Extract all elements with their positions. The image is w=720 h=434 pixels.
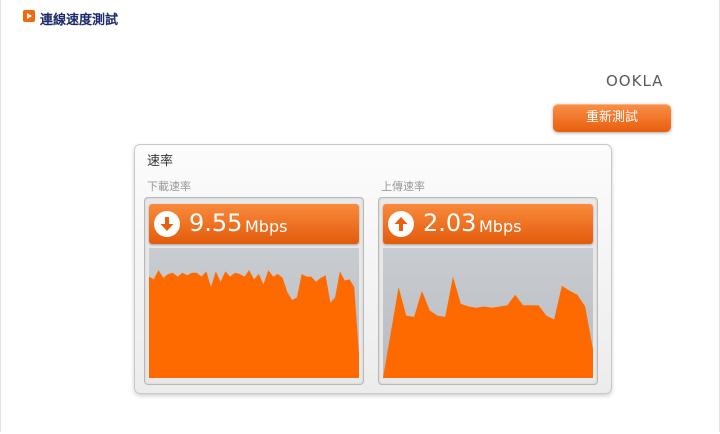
page-title: 連線速度測試: [40, 13, 119, 28]
panel-title: 速率: [147, 154, 174, 169]
down-arrow-icon: [154, 211, 180, 237]
upload-speed-bar: 2.03 Mbps: [383, 204, 593, 244]
upload-graph: [383, 248, 593, 378]
download-graph-area: [149, 270, 359, 378]
download-speed-unit: Mbps: [245, 217, 288, 236]
up-arrow-icon: [388, 211, 414, 237]
upload-meter: 2.03 Mbps: [378, 197, 598, 385]
download-speed-bar: 9.55 Mbps: [149, 204, 359, 244]
download-graph: [149, 248, 359, 378]
header: 連線速度測試: [0, 0, 720, 38]
upload-graph-area: [383, 276, 593, 378]
ookla-logo: OOKLA: [606, 72, 664, 90]
upload-speed-value: 2.03: [423, 209, 477, 237]
orange-play-bullet-icon: [23, 10, 35, 22]
upload-label: 上傳速率: [381, 180, 425, 193]
speed-panel: 速率 下載速率 上傳速率 9.55 Mbps 2.03 Mbps: [134, 144, 612, 394]
download-speed-value: 9.55: [189, 209, 243, 237]
download-meter: 9.55 Mbps: [144, 197, 364, 385]
retest-button[interactable]: 重新測試: [553, 104, 671, 132]
upload-speed-unit: Mbps: [479, 217, 522, 236]
download-label: 下載速率: [147, 180, 191, 193]
